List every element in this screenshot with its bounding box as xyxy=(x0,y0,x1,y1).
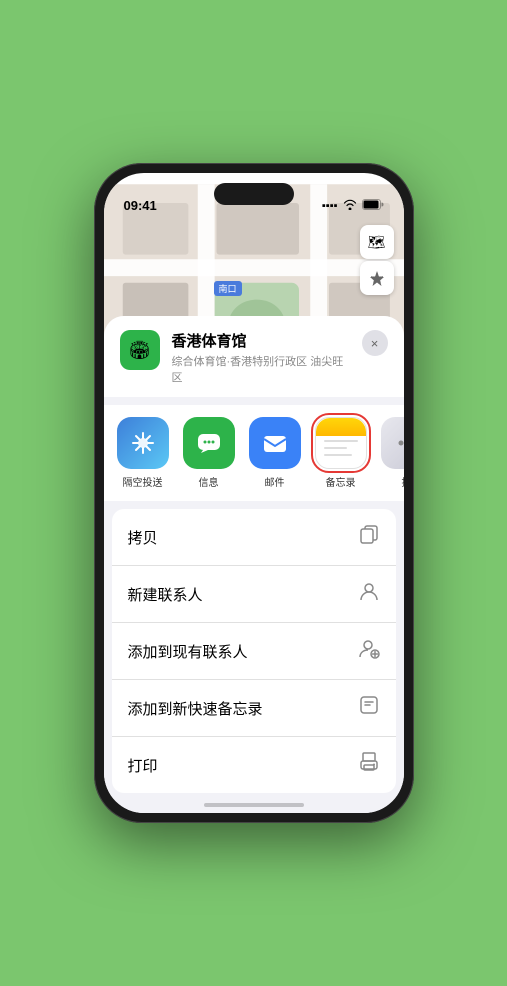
dynamic-island xyxy=(214,183,294,205)
share-row: 隔空投送 信息 xyxy=(104,405,404,501)
south-text: 南口 xyxy=(219,284,237,294)
map-controls[interactable]: 🗺 xyxy=(360,225,394,295)
new-contact-icon xyxy=(358,580,380,608)
more-icon xyxy=(381,417,404,469)
bottom-sheet: 🏟 香港体育馆 综合体育馆·香港特别行政区 油尖旺区 × xyxy=(104,316,404,813)
share-item-more[interactable]: 提 xyxy=(376,417,404,489)
status-icons: ▪▪▪▪ xyxy=(322,199,384,213)
action-copy[interactable]: 拷贝 xyxy=(112,509,396,566)
location-button[interactable] xyxy=(360,261,394,295)
phone-screen: 09:41 ▪▪▪▪ xyxy=(104,173,404,813)
map-type-button[interactable]: 🗺 xyxy=(360,225,394,259)
south-entrance-label: 南口 xyxy=(214,281,242,296)
action-list: 拷贝 新建联系人 xyxy=(112,509,396,793)
action-add-existing[interactable]: 添加到现有联系人 xyxy=(112,623,396,680)
share-item-notes[interactable]: 备忘录 xyxy=(310,417,372,489)
airdrop-label: 隔空投送 xyxy=(123,474,163,489)
venue-header: 🏟 香港体育馆 综合体育馆·香港特别行政区 油尖旺区 × xyxy=(104,316,404,397)
close-button[interactable]: × xyxy=(362,330,388,356)
share-item-mail[interactable]: 邮件 xyxy=(244,417,306,489)
quick-note-label: 添加到新快速备忘录 xyxy=(128,698,263,719)
mail-label: 邮件 xyxy=(265,474,285,489)
add-existing-label: 添加到现有联系人 xyxy=(128,641,248,662)
share-item-messages[interactable]: 信息 xyxy=(178,417,240,489)
battery-icon xyxy=(362,199,384,213)
home-indicator xyxy=(204,803,304,807)
more-label: 提 xyxy=(402,474,404,489)
copy-icon xyxy=(358,523,380,551)
print-icon xyxy=(358,751,380,779)
venue-text: 香港体育馆 综合体育馆·香港特别行政区 油尖旺区 xyxy=(172,330,350,385)
signal-icon: ▪▪▪▪ xyxy=(322,200,338,212)
notes-icon xyxy=(315,417,367,469)
messages-icon xyxy=(183,417,235,469)
share-item-airdrop[interactable]: 隔空投送 xyxy=(112,417,174,489)
venue-subtitle: 综合体育馆·香港特别行政区 油尖旺区 xyxy=(172,353,350,385)
quick-note-icon xyxy=(358,694,380,722)
mail-icon xyxy=(249,417,301,469)
new-contact-label: 新建联系人 xyxy=(128,584,203,605)
action-new-contact[interactable]: 新建联系人 xyxy=(112,566,396,623)
add-existing-icon xyxy=(358,637,380,665)
messages-label: 信息 xyxy=(199,474,219,489)
action-print[interactable]: 打印 xyxy=(112,737,396,793)
phone-frame: 09:41 ▪▪▪▪ xyxy=(94,163,414,823)
notes-label: 备忘录 xyxy=(326,474,356,489)
venue-name: 香港体育馆 xyxy=(172,330,350,351)
action-quick-note[interactable]: 添加到新快速备忘录 xyxy=(112,680,396,737)
copy-label: 拷贝 xyxy=(128,527,158,548)
print-label: 打印 xyxy=(128,755,158,776)
wifi-icon xyxy=(343,199,357,213)
venue-header-icon: 🏟 xyxy=(120,330,160,370)
status-time: 09:41 xyxy=(124,198,157,213)
airdrop-icon xyxy=(117,417,169,469)
